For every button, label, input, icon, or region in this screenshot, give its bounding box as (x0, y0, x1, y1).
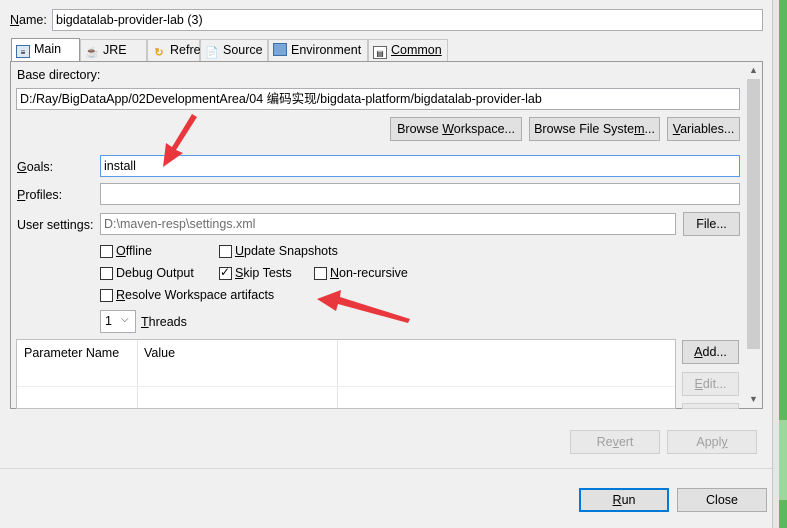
arrow-to-goals-icon (163, 114, 197, 167)
arrow-to-checkbox-icon (317, 290, 410, 323)
annotation-arrows (163, 114, 410, 323)
